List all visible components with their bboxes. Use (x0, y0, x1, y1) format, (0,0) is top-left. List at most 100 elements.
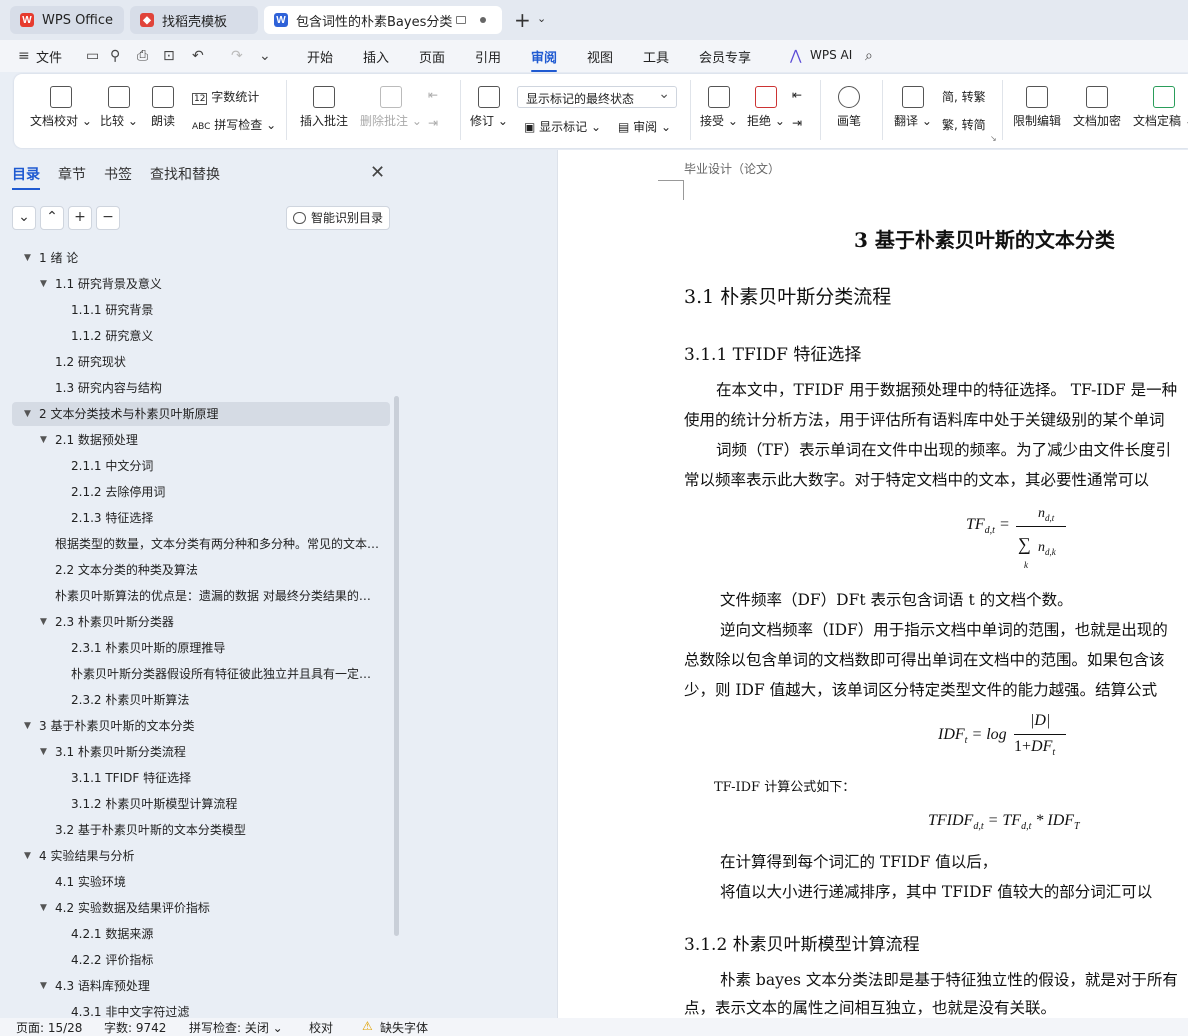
document-page[interactable]: 毕业设计（论文） 3 基于朴素贝叶斯的文本分类 3.1 朴素贝叶斯分类流程 3.… (557, 150, 1188, 1018)
review-pane-button[interactable]: ▤ 审阅 ⌄ (618, 118, 671, 135)
add-heading-icon[interactable]: + (68, 206, 92, 230)
toc-item[interactable]: 1.3 研究内容与结构 (12, 376, 390, 400)
expand-arrow-icon[interactable]: ▼ (24, 714, 31, 738)
compare-button[interactable]: 比较 ⌄ (100, 86, 138, 129)
prev-comment-icon[interactable]: ⇤ (428, 88, 438, 102)
toc-item[interactable]: ▼ 2 文本分类技术与朴素贝叶斯原理 (12, 402, 390, 426)
toc-item[interactable]: 2.1.1 中文分词 (12, 454, 390, 478)
menu-wps-ai[interactable]: WPS AI (810, 48, 852, 62)
expand-down-icon[interactable]: ⌄ (12, 206, 36, 230)
quick-access-more-icon[interactable]: ⌄ (259, 48, 271, 64)
nav-tab-find-replace[interactable]: 查找和替换 (150, 164, 220, 184)
toc-item[interactable]: ▼ 3.1 朴素贝叶斯分类流程 (12, 740, 390, 764)
toc-item[interactable]: 2.3.1 朴素贝叶斯的原理推导 (12, 636, 390, 660)
menu-review[interactable]: 审阅 (531, 47, 558, 72)
toc-item[interactable]: 3.1.2 朴素贝叶斯模型计算流程 (12, 792, 390, 816)
prev-change-icon[interactable]: ⇤ (792, 88, 802, 102)
expand-arrow-icon[interactable]: ▼ (40, 974, 47, 998)
nav-tab-chapter[interactable]: 章节 (58, 164, 86, 184)
expand-arrow-icon[interactable]: ▼ (24, 844, 31, 868)
unsaved-dot-icon[interactable] (480, 17, 486, 23)
menu-member[interactable]: 会员专享 (699, 47, 751, 66)
markup-state-select[interactable]: 显示标记的最终状态 (517, 86, 677, 108)
expand-arrow-icon[interactable]: ▼ (40, 272, 47, 296)
delete-comment-button[interactable]: 删除批注 ⌄ (360, 86, 422, 129)
expand-arrow-icon[interactable]: ▼ (24, 246, 31, 270)
toc-item[interactable]: 1.1.2 研究意义 (12, 324, 390, 348)
menu-start[interactable]: 开始 (307, 47, 333, 66)
missing-font-status[interactable]: 缺失字体 (380, 1019, 428, 1036)
next-change-icon[interactable]: ⇥ (792, 116, 802, 130)
toc-item[interactable]: 2.3.2 朴素贝叶斯算法 (12, 688, 390, 712)
toc-item[interactable]: 4.2.2 评价指标 (12, 948, 390, 972)
collapse-up-icon[interactable]: ⌃ (40, 206, 64, 230)
toc-item[interactable]: 3.2 基于朴素贝叶斯的文本分类模型 (12, 818, 390, 842)
smart-toc-button[interactable]: 智能识别目录 (286, 206, 390, 230)
show-markup-button[interactable]: ▣ 显示标记 ⌄ (524, 118, 601, 135)
toc-item[interactable]: 2.1.3 特征选择 (12, 506, 390, 530)
reject-button[interactable]: 拒绝 ⌄ (747, 86, 785, 129)
expand-arrow-icon[interactable]: ▼ (40, 428, 47, 452)
print-icon[interactable]: ⎙ (137, 48, 148, 64)
toc-item[interactable]: ▼ 2.1 数据预处理 (12, 428, 390, 452)
toc-item[interactable]: 2.1.2 去除停用词 (12, 480, 390, 504)
nav-tab-toc[interactable]: 目录 (12, 164, 40, 190)
new-tab-chevron-icon[interactable]: ⌄ (537, 12, 546, 25)
toc-item[interactable]: ▼ 4.3 语料库预处理 (12, 974, 390, 998)
toc-item[interactable]: ▼ 3 基于朴素贝叶斯的文本分类 (12, 714, 390, 738)
expand-arrow-icon[interactable]: ▼ (24, 402, 31, 426)
toc-item[interactable]: ▼ 4.2 实验数据及结果评价指标 (12, 896, 390, 920)
pen-button[interactable]: 画笔 (837, 86, 861, 129)
word-count-button[interactable]: 12 字数统计 (192, 88, 259, 105)
toc-item[interactable]: 3.1.1 TFIDF 特征选择 (12, 766, 390, 790)
expand-arrow-icon[interactable]: ▼ (40, 610, 47, 634)
toc-item[interactable]: 朴素贝叶斯分类器假设所有特征彼此独立并且具有一定的权重 (12, 662, 390, 686)
remove-heading-icon[interactable]: − (96, 206, 120, 230)
doc-check-button[interactable]: 文档校对 ⌄ (30, 86, 92, 129)
toc-item[interactable]: 4.3.1 非中文字符过滤 (12, 1000, 390, 1018)
menu-view[interactable]: 视图 (587, 47, 613, 66)
menu-insert[interactable]: 插入 (363, 47, 389, 66)
expand-arrow-icon[interactable]: ▼ (40, 896, 47, 920)
toc-item[interactable]: ▼ 1 绪 论 (12, 246, 390, 270)
print-preview-icon[interactable]: ⊡ (163, 48, 175, 64)
menu-page[interactable]: 页面 (419, 47, 445, 66)
tab-wps-office[interactable]: W WPS Office (10, 6, 124, 34)
search-icon[interactable]: ⌕ (865, 48, 873, 64)
page-indicator[interactable]: 页面: 15/28 (16, 1019, 82, 1036)
tab-template[interactable]: ◆ 找稻壳模板 (130, 6, 258, 34)
monitor-icon[interactable] (456, 16, 466, 24)
toc-item[interactable]: 2.2 文本分类的种类及算法 (12, 558, 390, 582)
expand-arrow-icon[interactable]: ▼ (40, 740, 47, 764)
toc-item[interactable]: ▼ 4 实验结果与分析 (12, 844, 390, 868)
undo-icon[interactable]: ↶ (192, 48, 204, 64)
finalize-doc-button[interactable]: 文档定稿 ⌄ (1133, 86, 1188, 129)
tab-document[interactable]: W 包含词性的朴素Bayes分类在文本分类中的应用 (264, 6, 502, 34)
save-icon[interactable]: ▭ (86, 48, 99, 64)
encrypt-doc-button[interactable]: 文档加密 (1073, 86, 1121, 129)
hamburger-icon[interactable]: ≡ (18, 48, 30, 64)
restrict-edit-button[interactable]: 限制编辑 (1013, 86, 1061, 129)
next-comment-icon[interactable]: ⇥ (428, 116, 438, 130)
share-icon[interactable]: ⚲ (110, 48, 120, 64)
toc-item[interactable]: 1.1.1 研究背景 (12, 298, 390, 322)
to-simplified-button[interactable]: 繁, 转简 (942, 116, 986, 133)
to-traditional-button[interactable]: 简, 转繁 (942, 88, 986, 105)
menu-reference[interactable]: 引用 (475, 47, 501, 66)
toc-item[interactable]: 朴素贝叶斯算法的优点是：遗漏的数据 对最终分类结果的影响不大 (12, 584, 390, 608)
dialog-launcher-icon[interactable]: ↘ (990, 134, 997, 143)
accept-button[interactable]: 接受 ⌄ (700, 86, 738, 129)
toc-item[interactable]: 4.1 实验环境 (12, 870, 390, 894)
translate-button[interactable]: 翻译 ⌄ (894, 86, 932, 129)
toc-item[interactable]: ▼ 2.3 朴素贝叶斯分类器 (12, 610, 390, 634)
nav-tab-bookmark[interactable]: 书签 (104, 164, 132, 184)
insert-comment-button[interactable]: 插入批注 (300, 86, 348, 129)
menu-file[interactable]: 文件 (36, 47, 62, 66)
toc-item[interactable]: 根据类型的数量，文本分类有两分种和多分种。常见的文本分类算法有： (12, 532, 390, 556)
toc-scrollbar[interactable] (394, 396, 399, 936)
word-count-status[interactable]: 字数: 9742 (104, 1019, 166, 1036)
menu-tools[interactable]: 工具 (643, 47, 669, 66)
close-icon[interactable]: ✕ (370, 162, 385, 183)
redo-icon[interactable]: ↷ (231, 48, 243, 64)
revise-button[interactable]: 修订 ⌄ (470, 86, 508, 129)
